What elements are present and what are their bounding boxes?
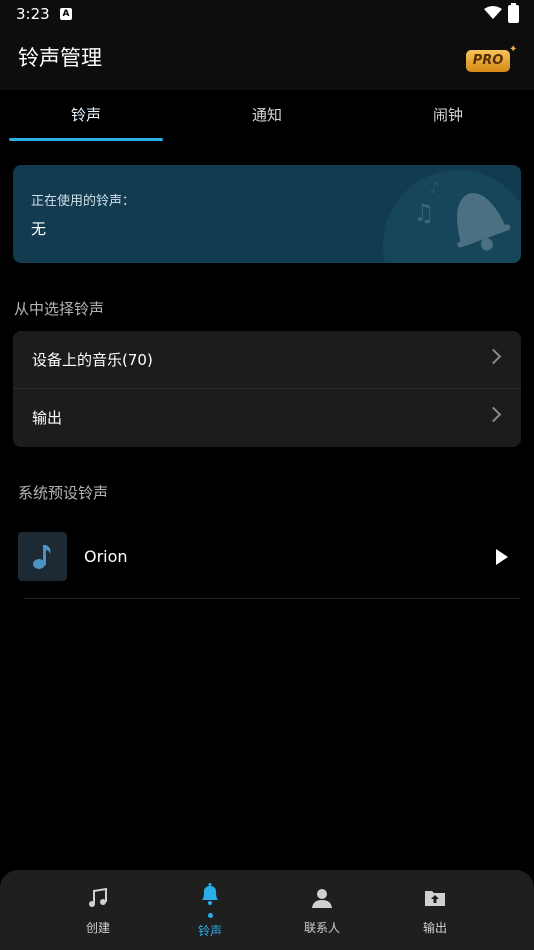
nav-ringtone[interactable]: 铃声 [170, 870, 250, 950]
tab-ringtone[interactable]: 铃声 [9, 90, 163, 140]
sparkle-icon: ✦ [509, 44, 518, 55]
list-item-device-music[interactable]: 设备上的音乐(70) [13, 331, 521, 389]
battery-icon [508, 3, 519, 23]
music-note-icon [89, 887, 107, 907]
preset-name: Orion [84, 547, 128, 566]
nav-contacts[interactable]: 联系人 [282, 870, 362, 950]
choose-heading: 从中选择铃声 [14, 300, 105, 318]
page-title: 铃声管理 [18, 46, 102, 70]
nav-output[interactable]: 输出 [395, 870, 475, 950]
list-item-output[interactable]: 输出 [13, 389, 521, 446]
nav-label: 联系人 [303, 921, 340, 935]
chevron-right-icon [485, 406, 502, 423]
current-ringtone-value: 无 [31, 220, 47, 238]
app-notification-icon: A [60, 8, 72, 20]
choose-list: 设备上的音乐(70) 输出 [13, 331, 521, 447]
contact-icon [312, 889, 332, 908]
bell-decoration-icon: ♫ ♪ [413, 178, 511, 251]
tab-notification[interactable]: 通知 [190, 90, 344, 140]
nav-label: 创建 [85, 921, 110, 935]
list-item-label: 输出 [32, 409, 63, 427]
tab-bar: 铃声 通知 闹钟 [0, 90, 534, 144]
tab-indicator [9, 138, 163, 141]
divider [24, 598, 520, 599]
svg-text:♪: ♪ [429, 178, 439, 197]
nav-create[interactable]: 创建 [58, 870, 138, 950]
presets-heading: 系统预设铃声 [18, 484, 109, 502]
svg-text:♫: ♫ [413, 199, 435, 227]
list-item-label: 设备上的音乐(70) [32, 351, 153, 369]
bottom-nav: 创建 铃声 联系人 输出 [0, 870, 534, 950]
pro-badge[interactable]: PRO [466, 50, 510, 72]
status-bar: 3:23 A [0, 0, 534, 28]
wifi-icon [484, 6, 502, 19]
music-note-icon [18, 532, 67, 581]
tab-alarm[interactable]: 闹钟 [371, 90, 525, 140]
play-icon[interactable] [496, 549, 508, 565]
folder-upload-icon [425, 891, 445, 906]
preset-item[interactable]: Orion [18, 532, 520, 599]
current-ringtone-label: 正在使用的铃声： [31, 194, 136, 209]
status-time: 3:23 [16, 5, 50, 23]
current-ringtone-card[interactable]: ♫ ♪ 正在使用的铃声： 无 [13, 165, 521, 263]
nav-label: 铃声 [197, 924, 222, 938]
chevron-right-icon [485, 348, 502, 365]
app-bar: 铃声管理 [0, 28, 534, 90]
bell-icon [202, 883, 218, 905]
active-dot [208, 913, 213, 918]
nav-label: 输出 [422, 921, 447, 935]
